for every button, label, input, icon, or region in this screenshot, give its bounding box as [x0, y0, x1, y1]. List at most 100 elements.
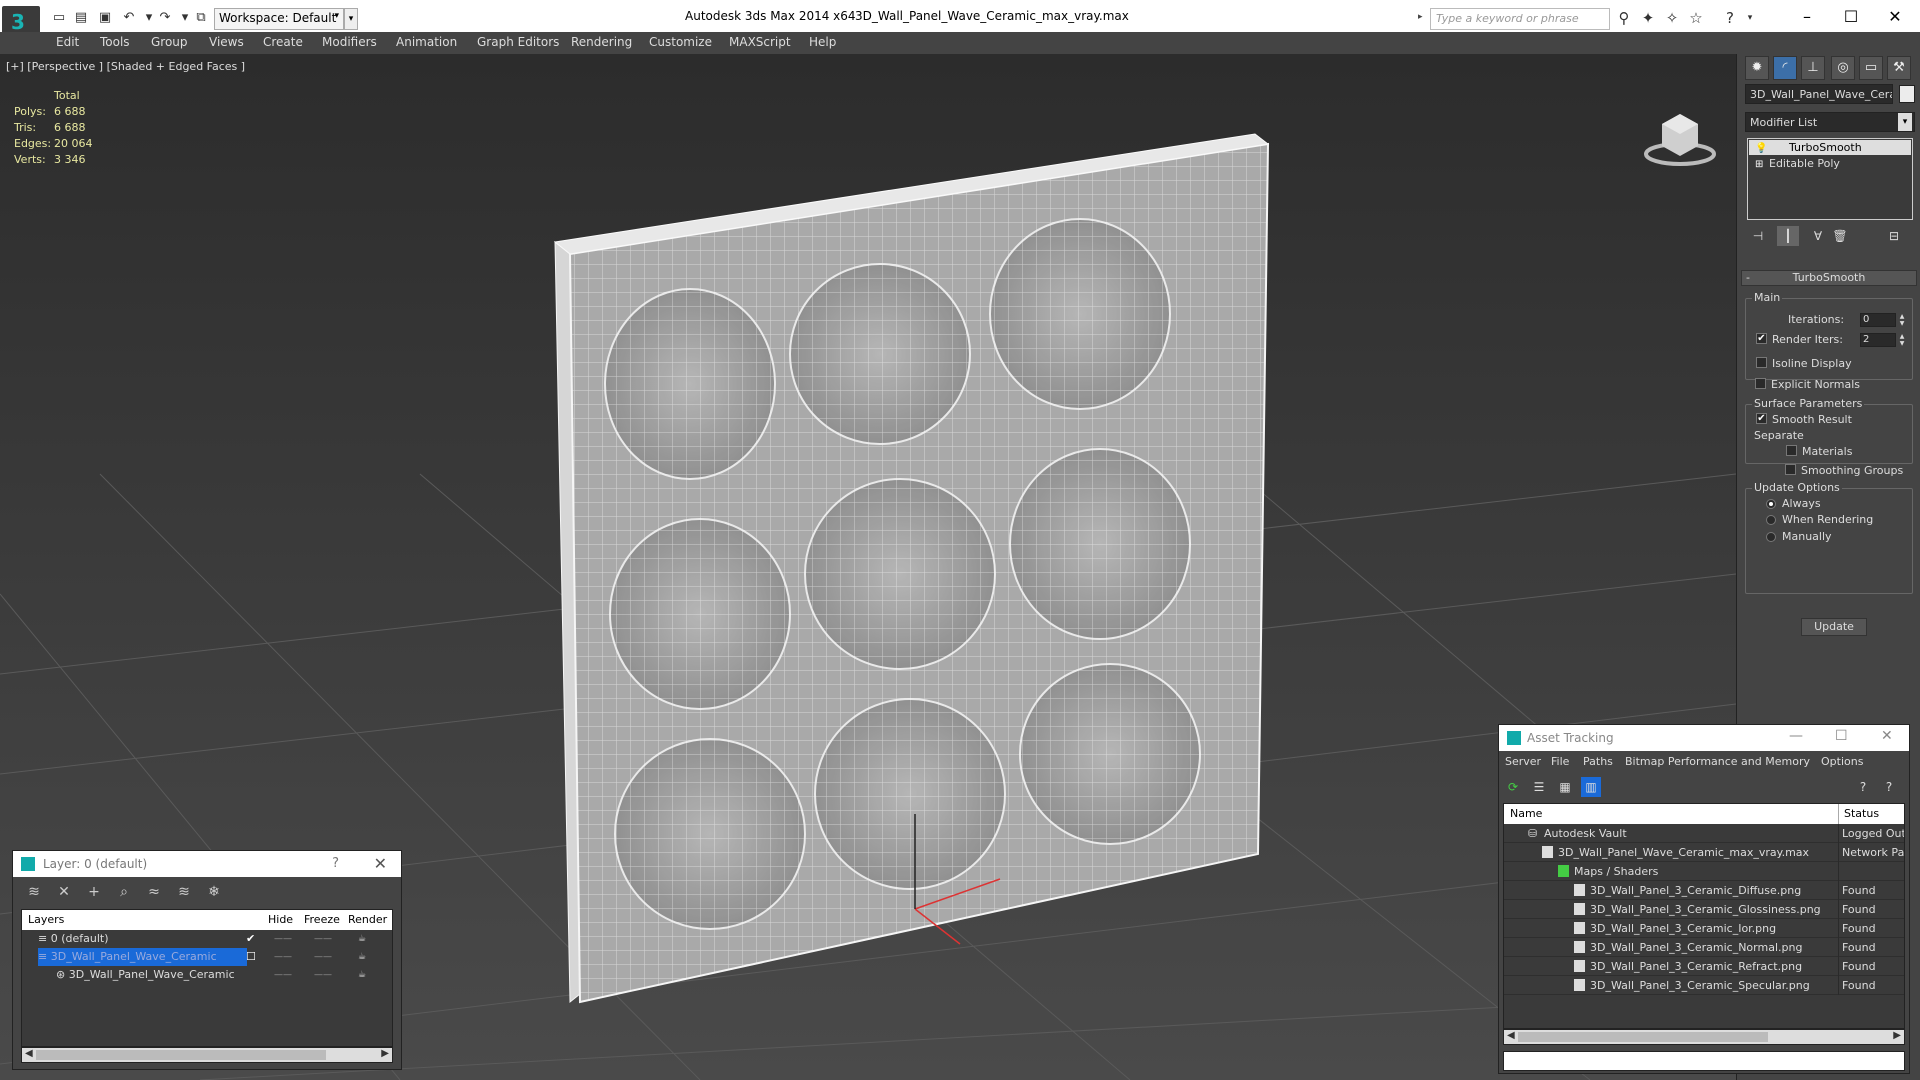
hierarchy-tab-icon[interactable]: ⊥: [1801, 56, 1825, 80]
asset-row[interactable]: 3D_Wall_Panel_3_Ceramic_Ior.png Found: [1504, 919, 1904, 938]
isoline-checkbox[interactable]: [1756, 357, 1767, 368]
menu-modifiers[interactable]: Modifiers: [322, 35, 377, 49]
minimize-icon[interactable]: –: [1784, 4, 1830, 30]
configure-sets-icon[interactable]: ⊟: [1883, 226, 1905, 246]
workspace-select[interactable]: Workspace: Default ▾: [214, 8, 344, 30]
expand-plus-icon[interactable]: ⊞: [1755, 157, 1763, 172]
hide-toggle[interactable]: ——: [274, 930, 292, 948]
remove-modifier-icon[interactable]: 🗑: [1829, 226, 1851, 246]
asset-row[interactable]: 3D_Wall_Panel_Wave_Ceramic_max_vray.max …: [1504, 843, 1904, 862]
project-folder-icon[interactable]: ⧉: [192, 10, 210, 26]
menu-bitmap-performance[interactable]: Bitmap Performance and Memory: [1625, 755, 1810, 768]
rollout-header[interactable]: - TurboSmooth: [1741, 270, 1917, 286]
maximize-icon[interactable]: ☐: [1828, 4, 1874, 30]
teapot-icon[interactable]: ☕: [358, 966, 366, 984]
freeze-toggle[interactable]: ——: [314, 948, 332, 966]
menu-views[interactable]: Views: [209, 35, 244, 49]
update-button[interactable]: Update: [1801, 618, 1867, 636]
motion-tab-icon[interactable]: ◎: [1831, 56, 1855, 80]
help-dropdown-icon[interactable]: ▾: [1740, 13, 1760, 23]
stack-item-turbosmooth[interactable]: 💡 TurboSmooth: [1749, 140, 1911, 155]
modifier-list-dropdown[interactable]: Modifier List ▾: [1745, 112, 1915, 132]
asset-tracking-titlebar[interactable]: Asset Tracking — ☐ ✕: [1499, 725, 1909, 751]
add-to-layer-icon[interactable]: +: [83, 883, 105, 903]
display-tab-icon[interactable]: ▭: [1859, 56, 1883, 80]
menu-animation[interactable]: Animation: [396, 35, 457, 49]
col-status[interactable]: Status: [1844, 807, 1879, 820]
col-render[interactable]: Render: [348, 913, 387, 926]
undo-icon[interactable]: ↶: [120, 10, 138, 26]
teapot-icon[interactable]: ☕: [358, 948, 366, 966]
update-when-rendering-radio[interactable]: [1766, 515, 1776, 525]
asset-row[interactable]: ⛁ Autodesk Vault Logged Out: [1504, 824, 1904, 843]
table-view-icon[interactable]: ▥: [1581, 777, 1601, 797]
thumbnail-view-icon[interactable]: ▦: [1555, 777, 1575, 797]
menu-paths[interactable]: Paths: [1583, 755, 1613, 768]
create-layer-icon[interactable]: ≋: [23, 883, 45, 903]
layer-horizontal-scrollbar[interactable]: ◀ ▶: [21, 1047, 393, 1063]
new-file-icon[interactable]: ▭: [50, 10, 68, 26]
smoothing-groups-checkbox[interactable]: [1785, 464, 1796, 475]
create-tab-icon[interactable]: ✹: [1745, 56, 1769, 80]
menu-edit[interactable]: Edit: [56, 35, 79, 49]
col-freeze[interactable]: Freeze: [304, 913, 340, 926]
layer-dialog-titlebar[interactable]: Layer: 0 (default) ? ✕: [13, 851, 401, 877]
freeze-all-layers-icon[interactable]: ❄: [203, 883, 225, 903]
search-expand-icon[interactable]: ▸: [1418, 12, 1423, 22]
materials-checkbox[interactable]: [1786, 445, 1797, 456]
highlight-layer-icon[interactable]: ≈: [143, 883, 165, 903]
favorites-star-icon[interactable]: ☆: [1686, 9, 1706, 27]
maximize-icon[interactable]: ☐: [1835, 728, 1848, 744]
menu-server[interactable]: Server: [1505, 755, 1541, 768]
scroll-left-icon[interactable]: ◀: [1507, 1030, 1515, 1041]
object-name-field[interactable]: 3D_Wall_Panel_Wave_Ceramic: [1745, 84, 1893, 104]
stack-item-editable-poly[interactable]: ⊞ Editable Poly: [1749, 156, 1911, 171]
asset-row[interactable]: 3D_Wall_Panel_3_Ceramic_Specular.png Fou…: [1504, 976, 1904, 995]
modify-tab-icon[interactable]: ◜: [1773, 56, 1797, 80]
update-always-radio[interactable]: [1766, 499, 1776, 509]
close-icon[interactable]: ✕: [1881, 728, 1893, 744]
redo-icon[interactable]: ↷: [156, 10, 174, 26]
col-layers[interactable]: Layers: [28, 913, 64, 926]
select-in-layer-icon[interactable]: ⌕: [113, 883, 135, 903]
layer-row[interactable]: ≡ 3D_Wall_Panel_Wave_Ceramic ☐ —— —— ☕: [22, 948, 392, 966]
scroll-left-icon[interactable]: ◀: [25, 1048, 33, 1059]
make-unique-icon[interactable]: ∀: [1807, 226, 1829, 246]
scroll-right-icon[interactable]: ▶: [381, 1048, 389, 1059]
vault-help-icon[interactable]: ?: [1853, 777, 1873, 797]
col-name[interactable]: Name: [1510, 807, 1542, 820]
close-icon[interactable]: ✕: [374, 854, 387, 873]
minimize-icon[interactable]: —: [1789, 728, 1803, 744]
communication-icon[interactable]: ✧: [1662, 9, 1682, 27]
close-icon[interactable]: ✕: [1872, 4, 1918, 30]
col-hide[interactable]: Hide: [268, 913, 293, 926]
delete-layer-icon[interactable]: ✕: [53, 883, 75, 903]
active-layer-check-icon[interactable]: ✔: [246, 930, 255, 948]
freeze-toggle[interactable]: ——: [314, 966, 332, 984]
show-end-result-icon[interactable]: ┃: [1777, 226, 1799, 246]
layer-row[interactable]: ⊛ 3D_Wall_Panel_Wave_Ceramic —— —— ☕: [22, 966, 392, 984]
pin-stack-icon[interactable]: ⊣: [1747, 226, 1769, 246]
menu-graph-editors[interactable]: Graph Editors: [477, 35, 559, 49]
object-color-swatch[interactable]: [1899, 85, 1915, 103]
teapot-icon[interactable]: ☕: [358, 930, 366, 948]
asset-row[interactable]: Maps / Shaders: [1504, 862, 1904, 881]
smooth-result-checkbox[interactable]: ✔: [1756, 413, 1767, 424]
render-iters-checkbox[interactable]: ✔: [1756, 333, 1767, 344]
render-iters-spinner[interactable]: 2: [1860, 333, 1896, 347]
hide-toggle[interactable]: ——: [274, 948, 292, 966]
asset-row[interactable]: 3D_Wall_Panel_3_Ceramic_Glossiness.png F…: [1504, 900, 1904, 919]
menu-maxscript[interactable]: MAXScript: [729, 35, 791, 49]
asset-row[interactable]: 3D_Wall_Panel_3_Ceramic_Normal.png Found: [1504, 938, 1904, 957]
explicit-normals-checkbox[interactable]: [1755, 378, 1766, 389]
open-file-icon[interactable]: ▤: [72, 10, 90, 26]
menu-group[interactable]: Group: [151, 35, 188, 49]
hide-all-layers-icon[interactable]: ≋: [173, 883, 195, 903]
scrollbar-thumb[interactable]: [1518, 1032, 1768, 1042]
spinner-arrows-icon[interactable]: ▲ ▼: [1898, 333, 1906, 347]
menu-help[interactable]: Help: [809, 35, 836, 49]
iterations-spinner[interactable]: 0: [1860, 313, 1896, 327]
lightbulb-icon[interactable]: 💡: [1755, 141, 1767, 156]
scroll-right-icon[interactable]: ▶: [1893, 1030, 1901, 1041]
update-manually-radio[interactable]: [1766, 532, 1776, 542]
